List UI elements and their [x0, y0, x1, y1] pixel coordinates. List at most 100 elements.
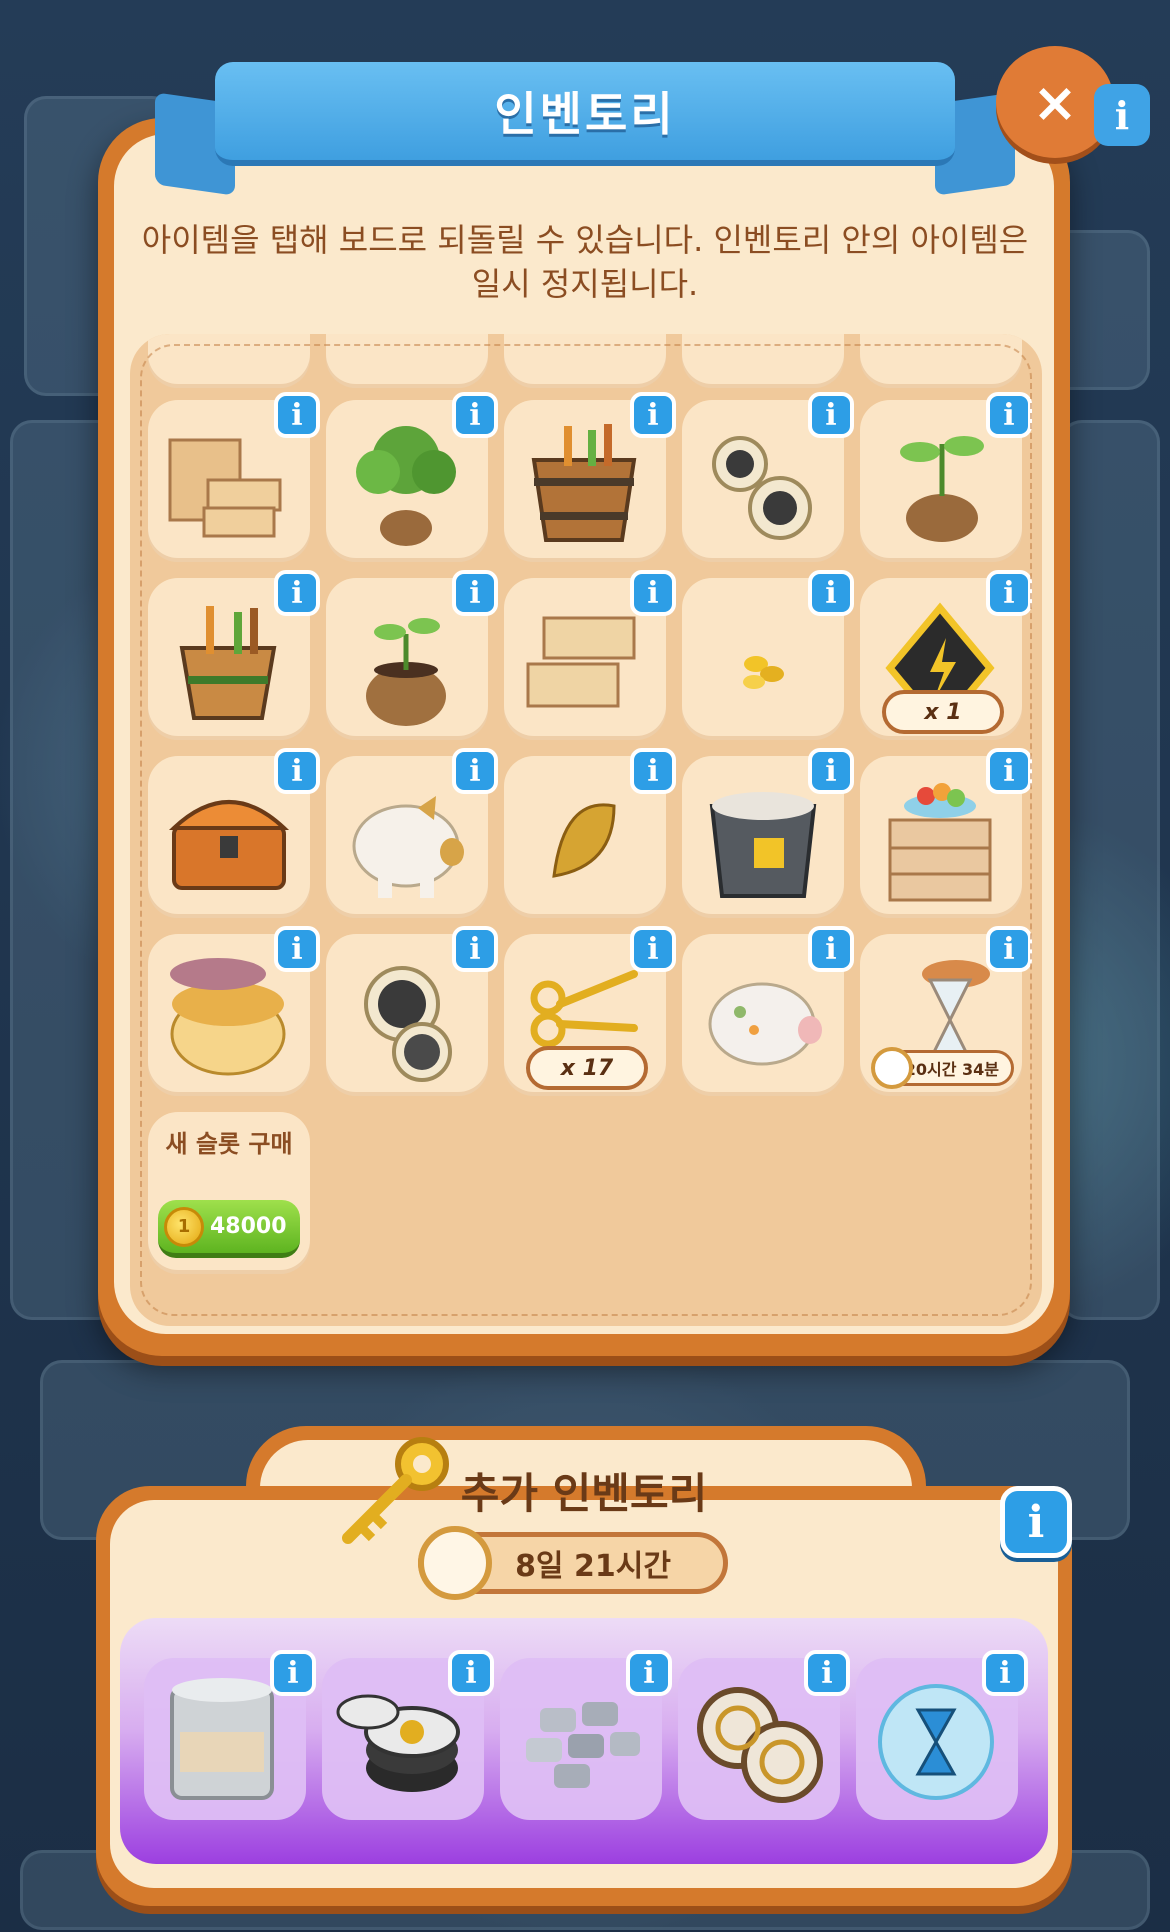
item-info-button[interactable]: i	[808, 392, 854, 438]
item-info-button[interactable]: i	[982, 1650, 1028, 1696]
item-timer: 20시간 34분	[871, 1047, 1014, 1089]
inventory-slot[interactable]: i	[326, 392, 498, 562]
inventory-slot[interactable]: i	[148, 748, 320, 918]
inventory-slot[interactable]: i	[326, 926, 498, 1096]
item-info-button[interactable]: i	[630, 926, 676, 972]
inventory-slot[interactable]	[682, 334, 844, 388]
inventory-slot[interactable]: i	[326, 570, 498, 740]
inventory-slot[interactable]: i	[682, 926, 854, 1096]
extra-inventory-slot[interactable]: i	[678, 1650, 850, 1820]
info-icon: i	[291, 575, 303, 611]
extra-inventory-title: 추가 인벤토리	[460, 1469, 708, 1518]
inventory-slot[interactable]: i x 1	[860, 570, 1032, 740]
inventory-slot[interactable]: i	[860, 392, 1032, 562]
info-icon: i	[647, 575, 659, 611]
inventory-slot[interactable]: i	[682, 392, 854, 562]
coin-icon: 1	[164, 1206, 204, 1247]
extra-inventory-tray: iiiii	[120, 1618, 1048, 1864]
ribbon-banner: 인벤토리	[215, 62, 955, 166]
info-icon: i	[825, 753, 837, 789]
inventory-slot[interactable]: i	[682, 570, 854, 740]
item-info-button[interactable]: i	[630, 570, 676, 616]
info-icon: i	[291, 753, 303, 789]
item-info-button[interactable]: i	[808, 926, 854, 972]
item-timer-text: 20시간 34분	[904, 1060, 999, 1079]
item-count: x 1	[882, 690, 1004, 734]
inventory-slot[interactable]	[860, 334, 1022, 388]
inventory-slot[interactable]: i	[148, 570, 320, 740]
inventory-slot[interactable]: i	[504, 392, 676, 562]
item-info-button[interactable]: i	[452, 748, 498, 794]
item-info-button[interactable]: i	[452, 392, 498, 438]
inventory-slot[interactable]: i 20시간 34분	[860, 926, 1032, 1096]
buy-slot-button[interactable]: 1 48000	[158, 1200, 300, 1258]
inventory-slot[interactable]: i	[504, 570, 676, 740]
info-icon: i	[1027, 1496, 1045, 1548]
item-info-button[interactable]: i	[804, 1650, 850, 1696]
item-info-button[interactable]: i	[452, 926, 498, 972]
inventory-slot[interactable]: i	[148, 926, 320, 1096]
inventory-slot[interactable]: i	[860, 748, 1032, 918]
extra-inventory-slot[interactable]: i	[144, 1650, 316, 1820]
buy-new-slot[interactable]: 새 슬롯 구매 1 48000	[148, 1112, 310, 1274]
info-icon: i	[469, 753, 481, 789]
info-icon: i	[1003, 397, 1015, 433]
item-info-button[interactable]: i	[630, 392, 676, 438]
item-info-button[interactable]: i	[452, 570, 498, 616]
inventory-slot[interactable]: i	[326, 748, 498, 918]
info-icon: i	[999, 1655, 1011, 1691]
extra-inventory-slot[interactable]: i	[856, 1650, 1028, 1820]
info-icon: i	[643, 1655, 655, 1691]
inventory-grid: i i i i i i i i i i x 1 i i i i i i i i x 17 i i 20시간 34분 새 슬롯…	[130, 334, 1042, 1326]
info-icon: i	[647, 931, 659, 967]
inventory-slot[interactable]	[504, 334, 666, 388]
inventory-slot[interactable]: i	[682, 748, 854, 918]
item-info-button[interactable]: i	[986, 392, 1032, 438]
info-icon: i	[1003, 931, 1015, 967]
info-icon: i	[291, 931, 303, 967]
extra-inventory-slot[interactable]: i	[322, 1650, 494, 1820]
extra-inventory-info-button[interactable]: i	[1000, 1486, 1072, 1558]
item-info-button[interactable]: i	[808, 570, 854, 616]
inventory-title: 인벤토리	[494, 87, 676, 141]
extra-inventory-timer-text: 8일 21시간	[515, 1549, 671, 1584]
info-icon: i	[469, 931, 481, 967]
item-info-button[interactable]: i	[630, 748, 676, 794]
buy-slot-label: 새 슬롯 구매	[165, 1130, 293, 1158]
info-icon: i	[647, 397, 659, 433]
info-icon: i	[825, 931, 837, 967]
info-icon: i	[821, 1655, 833, 1691]
close-icon: ×	[1032, 70, 1078, 134]
inventory-slot[interactable]	[326, 334, 488, 388]
item-info-button[interactable]: i	[986, 570, 1032, 616]
item-info-button[interactable]: i	[448, 1650, 494, 1696]
clock-icon	[418, 1526, 492, 1600]
inventory-description: 아이템을 탭해 보드로 되돌릴 수 있습니다. 인벤토리 안의 아이템은 일시 …	[141, 221, 1029, 303]
item-info-button[interactable]: i	[626, 1650, 672, 1696]
item-info-button[interactable]: i	[274, 392, 320, 438]
extra-inventory-panel: 추가 인벤토리 8일 21시간 i i i i i i	[96, 1426, 1072, 1906]
info-icon: i	[465, 1655, 477, 1691]
inventory-slot[interactable]: i	[504, 748, 676, 918]
extra-inventory-slot[interactable]: i	[500, 1650, 672, 1820]
inventory-slot[interactable]: i x 17	[504, 926, 676, 1096]
item-info-button[interactable]: i	[274, 570, 320, 616]
info-icon: i	[287, 1655, 299, 1691]
item-info-button[interactable]: i	[808, 748, 854, 794]
item-info-button[interactable]: i	[274, 926, 320, 972]
board-info-button[interactable]: i	[1094, 84, 1150, 146]
item-info-button[interactable]: i	[270, 1650, 316, 1696]
info-icon: i	[1114, 92, 1130, 138]
item-info-button[interactable]: i	[986, 748, 1032, 794]
inventory-slot[interactable]	[148, 334, 310, 388]
info-icon: i	[647, 753, 659, 789]
inventory-slot[interactable]: i	[148, 392, 320, 562]
info-icon: i	[469, 575, 481, 611]
buy-slot-price: 48000	[210, 1214, 287, 1239]
item-info-button[interactable]: i	[986, 926, 1032, 972]
info-icon: i	[291, 397, 303, 433]
item-count: x 17	[526, 1046, 648, 1090]
info-icon: i	[1003, 753, 1015, 789]
item-info-button[interactable]: i	[274, 748, 320, 794]
info-icon: i	[825, 397, 837, 433]
